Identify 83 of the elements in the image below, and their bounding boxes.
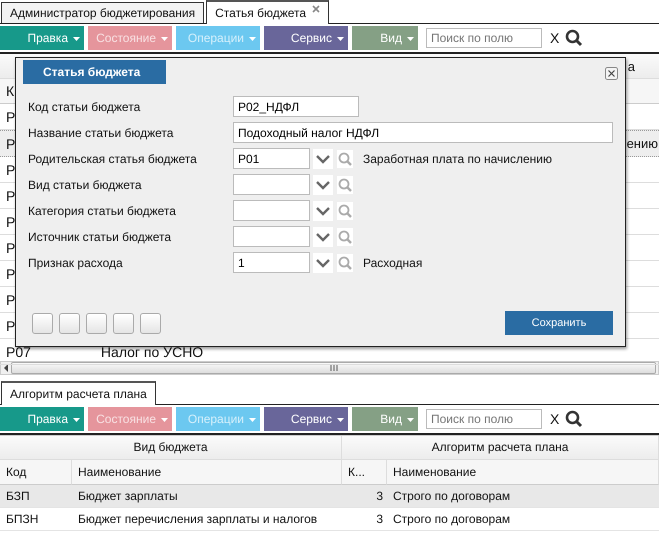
menu-button[interactable]: Правка (0, 407, 84, 431)
column-header[interactable]: Код (0, 460, 72, 485)
table-cell: ению (626, 136, 658, 151)
table-cell: Р (6, 188, 16, 204)
table-cell: 3 (342, 485, 387, 508)
caret-icon (73, 418, 80, 422)
table-cell: Р (6, 136, 16, 152)
column-group-header: Алгоритм расчета плана (342, 436, 659, 460)
tab[interactable]: Администратор бюджетирования (1, 2, 204, 23)
search-field[interactable]: Поиск по полю (426, 28, 542, 48)
column-group-header: а (628, 59, 635, 74)
horizontal-scrollbar[interactable] (0, 361, 659, 375)
input-field[interactable] (233, 174, 310, 195)
table-cell: 3 (342, 508, 387, 531)
caret-icon (337, 418, 344, 422)
chevron-down-icon[interactable] (313, 200, 333, 220)
clear-button[interactable]: X (550, 30, 560, 46)
column-header[interactable]: К... (342, 460, 387, 485)
table-cell: Р (6, 292, 16, 308)
column-group-header: Вид бюджета (0, 436, 342, 460)
caret-icon (337, 37, 344, 41)
field-label: Категория статьи бюджета (28, 204, 177, 218)
tab[interactable]: Алгоритм расчета плана (1, 381, 156, 405)
search-icon[interactable] (565, 29, 584, 47)
input-field[interactable]: Р02_НДФЛ (233, 96, 359, 117)
field-label: Источник статьи бюджета (28, 230, 172, 244)
field-label: Вид статьи бюджета (28, 178, 143, 192)
field-label: Код статьи бюджета (28, 100, 142, 114)
toolbar-button[interactable] (113, 312, 134, 334)
search-field[interactable]: Поиск по полю (426, 409, 542, 429)
table-cell: Р (6, 214, 16, 230)
grip-icon (330, 365, 338, 371)
chevron-down-icon[interactable] (313, 226, 333, 246)
scroll-thumb[interactable] (11, 362, 656, 374)
save-button[interactable]: Сохранить (505, 311, 613, 335)
chevron-down-icon[interactable] (313, 252, 333, 272)
table-cell: Бюджет перечисления зарплаты и налогов (72, 508, 342, 531)
table-cell: Р (6, 108, 16, 124)
column-header[interactable]: Наименование (72, 460, 342, 485)
table-cell: Р07 (6, 344, 31, 360)
input-field[interactable]: 1 (233, 252, 310, 273)
table-cell: Р (6, 240, 16, 256)
caret-icon (249, 418, 256, 422)
dialog-title: Статья бюджета (23, 60, 166, 84)
caret-icon (161, 418, 168, 422)
menu-button[interactable]: Сервис (264, 407, 348, 431)
table-cell: Р (6, 318, 16, 334)
input-field[interactable]: Подоходный налог НДФЛ (233, 122, 613, 143)
input-field[interactable] (233, 226, 310, 247)
caret-icon (407, 418, 414, 422)
input-field[interactable] (233, 200, 310, 221)
menu-button[interactable]: Сервис (264, 26, 348, 50)
toolbar-button[interactable] (59, 312, 80, 334)
table-cell: БЗП (0, 485, 72, 508)
input-field[interactable]: Р01 (233, 148, 310, 169)
caret-icon (161, 37, 168, 41)
table-cell: Р (6, 266, 16, 282)
chevron-down-icon[interactable] (313, 174, 333, 194)
toolbar-button[interactable] (140, 312, 161, 334)
search-icon[interactable] (565, 410, 584, 428)
field-description: Расходная (363, 256, 422, 270)
field-label: Родительская статья бюджета (28, 152, 198, 166)
caret-icon (73, 37, 80, 41)
clear-button[interactable]: X (550, 411, 560, 427)
field-description: Заработная плата по начислению (363, 152, 552, 166)
table-cell: Налог по УСНО (100, 344, 204, 360)
chevron-down-icon[interactable] (313, 148, 333, 168)
menu-button[interactable]: Правка (0, 26, 84, 50)
field-label: Признак расхода (28, 256, 124, 270)
column-header: К (6, 83, 14, 99)
table-cell: Строго по договорам (387, 508, 659, 531)
column-header[interactable]: Наименование (387, 460, 659, 485)
caret-icon (249, 37, 256, 41)
toolbar-button[interactable] (32, 312, 53, 334)
table-cell: Бюджет зарплаты (72, 485, 342, 508)
toolbar-button[interactable] (86, 312, 107, 334)
field-label: Название статьи бюджета (28, 126, 174, 140)
close-icon[interactable] (605, 67, 618, 80)
table-cell: Р (6, 162, 16, 178)
table-cell: Строго по договорам (387, 485, 659, 508)
table-cell: БПЗН (0, 508, 72, 531)
caret-icon (407, 37, 414, 41)
tab[interactable]: Статья бюджета (206, 0, 330, 24)
